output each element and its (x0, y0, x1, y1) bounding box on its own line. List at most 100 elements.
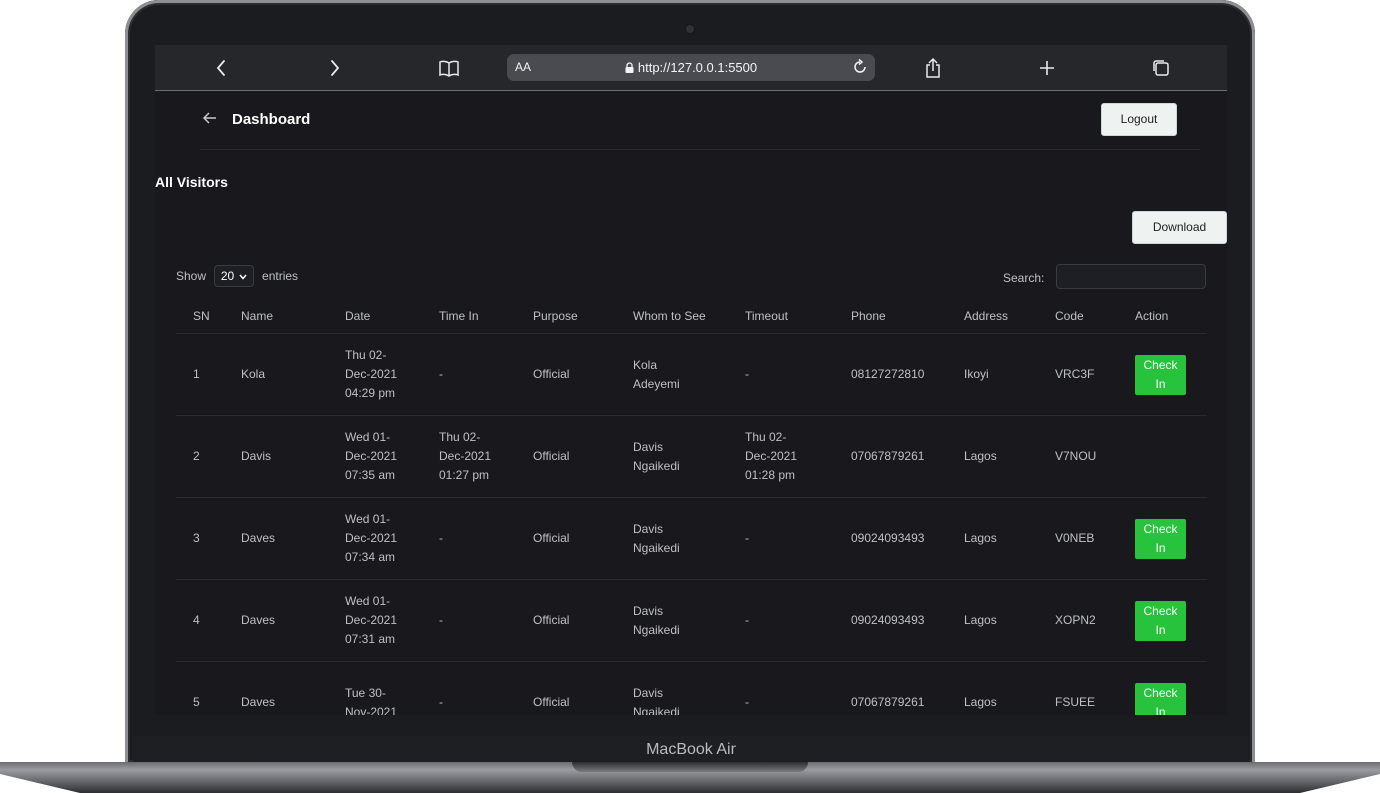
check-in-button[interactable]: Check In (1135, 354, 1186, 395)
cell-purpose: Official (533, 497, 633, 580)
cell-sn: 3 (176, 497, 241, 580)
cell-timeout: - (745, 579, 851, 662)
cell-line: Check (1143, 521, 1178, 536)
cell-line: Dec-2021 (745, 449, 798, 463)
search-input[interactable] (1056, 264, 1206, 289)
cell-line: 07:34 am (345, 550, 396, 564)
cell-line: Nov-2021 (345, 704, 398, 716)
column-header-date[interactable]: Date (345, 299, 439, 334)
cell-time-in: - (439, 661, 533, 715)
cell-line: Davis (633, 603, 664, 618)
cell-date: Wed 01- Dec-2021 07:34 am (345, 497, 439, 580)
cell-name: Daves (241, 579, 345, 662)
cell-sn: 5 (176, 661, 241, 715)
url-text: http://127.0.0.1:5500 (637, 60, 758, 75)
column-header-phone[interactable]: Phone (851, 299, 964, 334)
column-header-sn[interactable]: SN (176, 299, 241, 334)
column-header-purpose[interactable]: Purpose (533, 299, 633, 334)
logout-button[interactable]: Logout (1101, 103, 1177, 136)
reload-icon[interactable] (851, 58, 869, 80)
cell-code: V7NOU (1055, 415, 1135, 498)
column-header-time-in[interactable]: Time In (439, 299, 533, 334)
cell-phone: 07067879261 (851, 661, 964, 715)
cell-line: Tue 30- (345, 685, 386, 700)
chevron-right-icon[interactable] (322, 55, 348, 81)
cell-address: Lagos (964, 415, 1055, 498)
cell-line: In (1155, 704, 1166, 716)
cell-address: Lagos (964, 661, 1055, 715)
cell-whom-to-see: Davis Ngaikedi (633, 661, 745, 716)
cell-line: Dec-2021 (345, 367, 398, 381)
cell-timeout: - (745, 333, 851, 416)
cell-phone: 07067879261 (851, 415, 964, 498)
share-icon[interactable] (920, 55, 946, 81)
column-header-code[interactable]: Code (1055, 299, 1135, 334)
cell-line: Thu 02- (745, 430, 787, 444)
cell-name: Davis (241, 415, 345, 498)
table-row: 5 Daves Tue 30- Nov-2021 - Official Davis Ngaik… (176, 661, 1207, 716)
arrow-left-icon[interactable] (202, 110, 218, 131)
entries-length-control: Show 20 entries (176, 265, 298, 287)
cell-line: - (745, 367, 749, 381)
section-title: All Visitors (155, 174, 228, 190)
address-bar[interactable]: AA http://127.0.0.1:5500 (507, 54, 875, 81)
show-label: Show (176, 269, 207, 283)
cell-line: Ngaikedi (633, 458, 680, 473)
table-header-row: SN Name Date Time In Purpose Whom to See… (176, 299, 1207, 334)
cell-line: Check (1143, 603, 1178, 618)
cell-code: V0NEB (1055, 497, 1135, 580)
column-header-address[interactable]: Address (964, 299, 1055, 334)
cell-line: Davis (633, 439, 664, 454)
cell-line: - (439, 367, 443, 381)
book-icon[interactable] (436, 55, 462, 81)
cell-line: In (1155, 622, 1166, 637)
table-row: 2 Davis Wed 01- Dec-2021 07:35 am Thu 02- Dec-… (176, 415, 1207, 498)
entries-select[interactable]: 20 (214, 265, 255, 287)
cell-sn: 2 (176, 415, 241, 498)
cell-name: Kola (241, 333, 345, 416)
check-in-button[interactable]: Check In (1135, 600, 1186, 641)
cell-code: XOPN2 (1055, 579, 1135, 662)
page-title: Dashboard (232, 111, 311, 128)
column-header-timeout[interactable]: Timeout (745, 299, 851, 334)
table-row: 4 Daves Wed 01- Dec-2021 07:31 am - Official Da… (176, 579, 1207, 662)
check-in-button[interactable]: Check In (1135, 518, 1186, 559)
chevron-left-icon[interactable] (208, 55, 234, 81)
cell-address: Lagos (964, 497, 1055, 580)
column-header-action[interactable]: Action (1135, 299, 1207, 334)
cell-line: Dec-2021 (439, 449, 492, 463)
cell-line: - (745, 531, 749, 545)
check-in-button[interactable]: Check In (1135, 682, 1186, 716)
entries-label: entries (262, 269, 299, 283)
camera (686, 25, 694, 33)
dashboard-page: Dashboard Logout All Visitors Download S… (155, 91, 1227, 715)
cell-line: - (439, 695, 443, 709)
cell-phone: 09024093493 (851, 497, 964, 580)
cell-time-in: Thu 02- Dec-2021 01:27 pm (439, 415, 533, 498)
cell-line: Dec-2021 (345, 449, 398, 463)
download-button[interactable]: Download (1132, 211, 1227, 244)
cell-address: Lagos (964, 579, 1055, 662)
column-header-name[interactable]: Name (241, 299, 345, 334)
cell-line: 04:29 pm (345, 386, 396, 400)
cell-line: - (439, 531, 443, 545)
cell-purpose: Official (533, 415, 633, 498)
cell-line: - (439, 613, 443, 627)
lock-icon (625, 55, 634, 82)
visitors-table: SN Name Date Time In Purpose Whom to See… (176, 299, 1207, 715)
cell-line: Wed 01- (345, 430, 391, 444)
cell-code: VRC3F (1055, 333, 1135, 416)
cell-line: Ngaikedi (633, 704, 680, 716)
plus-icon[interactable] (1034, 55, 1060, 81)
cell-whom-to-see: Davis Ngaikedi (633, 579, 745, 662)
table-row: 1 Kola Thu 02- Dec-2021 04:29 pm - Official Kol… (176, 333, 1207, 416)
cell-line: 01:27 pm (439, 468, 490, 482)
screen: AA http://127.0.0.1:5500 Dashboard Logou… (155, 45, 1227, 715)
column-header-whom-to-see[interactable]: Whom to See (633, 299, 745, 334)
tabs-icon[interactable] (1148, 55, 1174, 81)
table-row: 3 Daves Wed 01- Dec-2021 07:34 am - Official Da… (176, 497, 1207, 580)
cell-address: Ikoyi (964, 333, 1055, 416)
cell-line: In (1155, 540, 1166, 555)
cell-sn: 4 (176, 579, 241, 662)
cell-line: Check (1143, 357, 1178, 372)
